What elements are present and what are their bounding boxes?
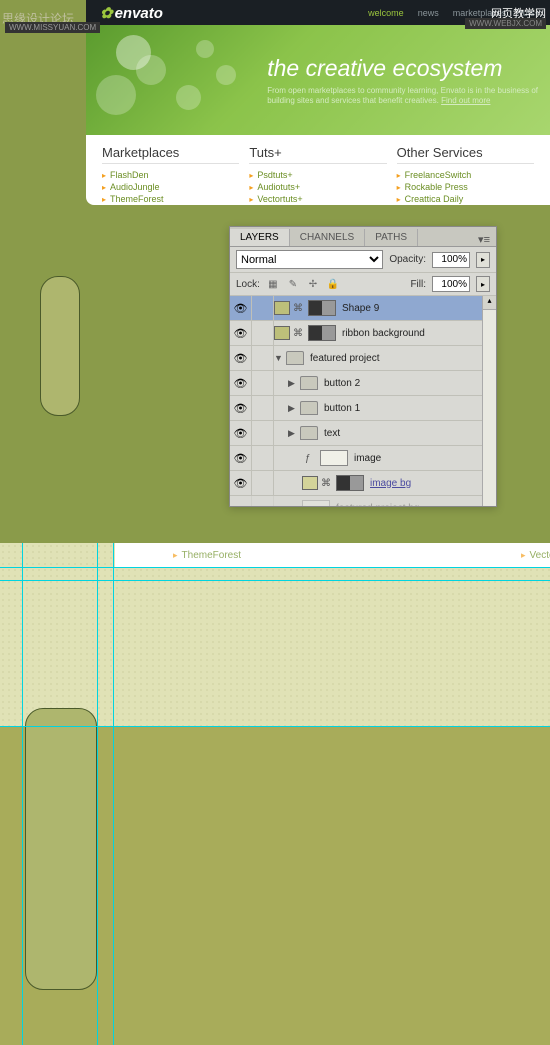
banner-title: the creative ecosystem — [267, 55, 538, 82]
link-audiojungle[interactable]: AudioJungle — [102, 181, 239, 193]
link-icon: ⌘ — [321, 478, 333, 489]
link-freelanceswitch[interactable]: FreelanceSwitch — [397, 169, 534, 181]
visibility-toggle[interactable]: 👁 — [230, 471, 252, 496]
lock-all-icon[interactable]: 🔒 — [326, 277, 340, 291]
guide-horizontal[interactable] — [0, 726, 550, 727]
blend-row: Normal Opacity: ▸ — [230, 247, 496, 273]
disclosure-arrow[interactable]: ▶ — [288, 428, 300, 439]
tab-paths[interactable]: PATHS — [365, 229, 418, 246]
lock-label: Lock: — [236, 279, 260, 290]
link-flashden[interactable]: FlashDen — [102, 169, 239, 181]
panel-tabs: LAYERS CHANNELS PATHS ▾≡ — [230, 227, 496, 247]
link-icon: ⌘ — [293, 328, 305, 339]
layers-scrollbar[interactable]: ▴ — [482, 296, 496, 506]
nav-news[interactable]: news — [418, 8, 439, 18]
link-audiotuts[interactable]: Audiotuts+ — [249, 181, 386, 193]
panel-menu-icon[interactable]: ▾≡ — [472, 233, 496, 246]
link-creattica[interactable]: Creattica Daily — [397, 193, 534, 205]
layer-featured-bg[interactable]: featured project bg — [230, 496, 496, 506]
folder-icon — [300, 376, 318, 390]
envato-preview: envato welcome news marketplaces tuts+ t… — [86, 0, 550, 205]
visibility-toggle[interactable]: 👁 — [230, 296, 252, 321]
col-other: Other Services FreelanceSwitch Rockable … — [397, 145, 534, 205]
visibility-toggle[interactable]: 👁 — [230, 421, 252, 446]
watermark-left-url: WWW.MISSYUAN.COM — [5, 22, 100, 33]
layer-image[interactable]: 👁 ƒ image — [230, 446, 496, 471]
envato-logo: envato — [100, 4, 163, 22]
folder-icon — [300, 401, 318, 415]
blend-mode-select[interactable]: Normal — [236, 250, 383, 269]
envato-columns: Marketplaces FlashDen AudioJungle ThemeF… — [86, 135, 550, 205]
color-swatch — [302, 476, 318, 490]
guide-horizontal[interactable] — [0, 580, 550, 581]
vector-mask — [308, 325, 336, 341]
folder-icon — [300, 426, 318, 440]
col-marketplaces: Marketplaces FlashDen AudioJungle ThemeF… — [102, 145, 239, 205]
color-swatch — [274, 326, 290, 340]
fx-icon: ƒ — [305, 453, 317, 464]
opacity-input[interactable] — [432, 252, 470, 268]
visibility-toggle[interactable]: 👁 — [230, 446, 252, 471]
link-themeforest[interactable]: ThemeForest — [102, 193, 239, 205]
layer-shape9[interactable]: 👁 ⌘ Shape 9 — [230, 296, 496, 321]
disclosure-arrow[interactable]: ▶ — [288, 378, 300, 389]
vector-mask — [308, 300, 336, 316]
shape-preview-2 — [25, 708, 97, 990]
opacity-flyout[interactable]: ▸ — [476, 252, 490, 268]
layer-group-text[interactable]: 👁 ▶ text — [230, 421, 496, 446]
lock-brush-icon[interactable]: ✎ — [286, 277, 300, 291]
tab-layers[interactable]: LAYERS — [230, 229, 290, 246]
folder-icon — [286, 351, 304, 365]
layer-group-button1[interactable]: 👁 ▶ button 1 — [230, 396, 496, 421]
opacity-label: Opacity: — [389, 254, 426, 265]
layers-list: 👁 ⌘ Shape 9 👁 ⌘ ribbon background 👁 ▼ fe… — [230, 296, 496, 506]
disclosure-arrow[interactable]: ▶ — [288, 403, 300, 414]
layer-thumbnail — [302, 500, 330, 506]
white-strip: ThemeForest Vectort — [115, 543, 550, 567]
canvas-light-area — [0, 543, 550, 726]
visibility-toggle[interactable]: 👁 — [230, 396, 252, 421]
guide-vertical[interactable] — [97, 543, 98, 1045]
watermark-right-url: WWW.WEBJX.COM — [465, 18, 546, 29]
link-vectortuts[interactable]: Vectortuts+ — [249, 193, 386, 205]
link-rockable[interactable]: Rockable Press — [397, 181, 534, 193]
visibility-toggle[interactable] — [230, 496, 252, 507]
layers-panel: LAYERS CHANNELS PATHS ▾≡ Normal Opacity:… — [229, 226, 497, 507]
layer-group-featured[interactable]: 👁 ▼ featured project — [230, 346, 496, 371]
layer-thumbnail — [320, 450, 348, 466]
guide-vertical[interactable] — [22, 543, 23, 1045]
lock-row: Lock: ▦ ✎ ✢ 🔒 Fill: ▸ — [230, 273, 496, 296]
visibility-toggle[interactable]: 👁 — [230, 371, 252, 396]
fill-label: Fill: — [410, 279, 426, 290]
link-icon: ⌘ — [293, 303, 305, 314]
vector-mask — [336, 475, 364, 491]
fill-flyout[interactable]: ▸ — [476, 276, 490, 292]
layer-image-bg[interactable]: 👁 ⌘ image bg — [230, 471, 496, 496]
link-vectort[interactable]: Vectort — [521, 550, 550, 561]
layer-ribbon-bg[interactable]: 👁 ⌘ ribbon background — [230, 321, 496, 346]
visibility-toggle[interactable]: 👁 — [230, 346, 252, 371]
guide-horizontal[interactable] — [0, 567, 550, 568]
layer-group-button2[interactable]: 👁 ▶ button 2 — [230, 371, 496, 396]
link-themeforest-2[interactable]: ThemeForest — [173, 550, 241, 561]
tab-channels[interactable]: CHANNELS — [290, 229, 365, 246]
color-swatch — [274, 301, 290, 315]
fill-input[interactable] — [432, 276, 470, 292]
col-tuts: Tuts+ Psdtuts+ Audiotuts+ Vectortuts+ — [249, 145, 386, 205]
banner-subtitle: From open marketplaces to community lear… — [267, 86, 538, 107]
shape-preview-1 — [40, 276, 80, 416]
guide-vertical[interactable] — [113, 543, 114, 1045]
link-psdtuts[interactable]: Psdtuts+ — [249, 169, 386, 181]
find-out-more-link[interactable]: Find out more — [441, 96, 490, 105]
scroll-up-icon[interactable]: ▴ — [483, 296, 496, 310]
visibility-toggle[interactable]: 👁 — [230, 321, 252, 346]
lock-transparency-icon[interactable]: ▦ — [266, 277, 280, 291]
disclosure-arrow[interactable]: ▼ — [274, 353, 286, 363]
lock-move-icon[interactable]: ✢ — [306, 277, 320, 291]
nav-welcome[interactable]: welcome — [368, 8, 404, 18]
envato-banner: the creative ecosystem From open marketp… — [86, 25, 550, 135]
